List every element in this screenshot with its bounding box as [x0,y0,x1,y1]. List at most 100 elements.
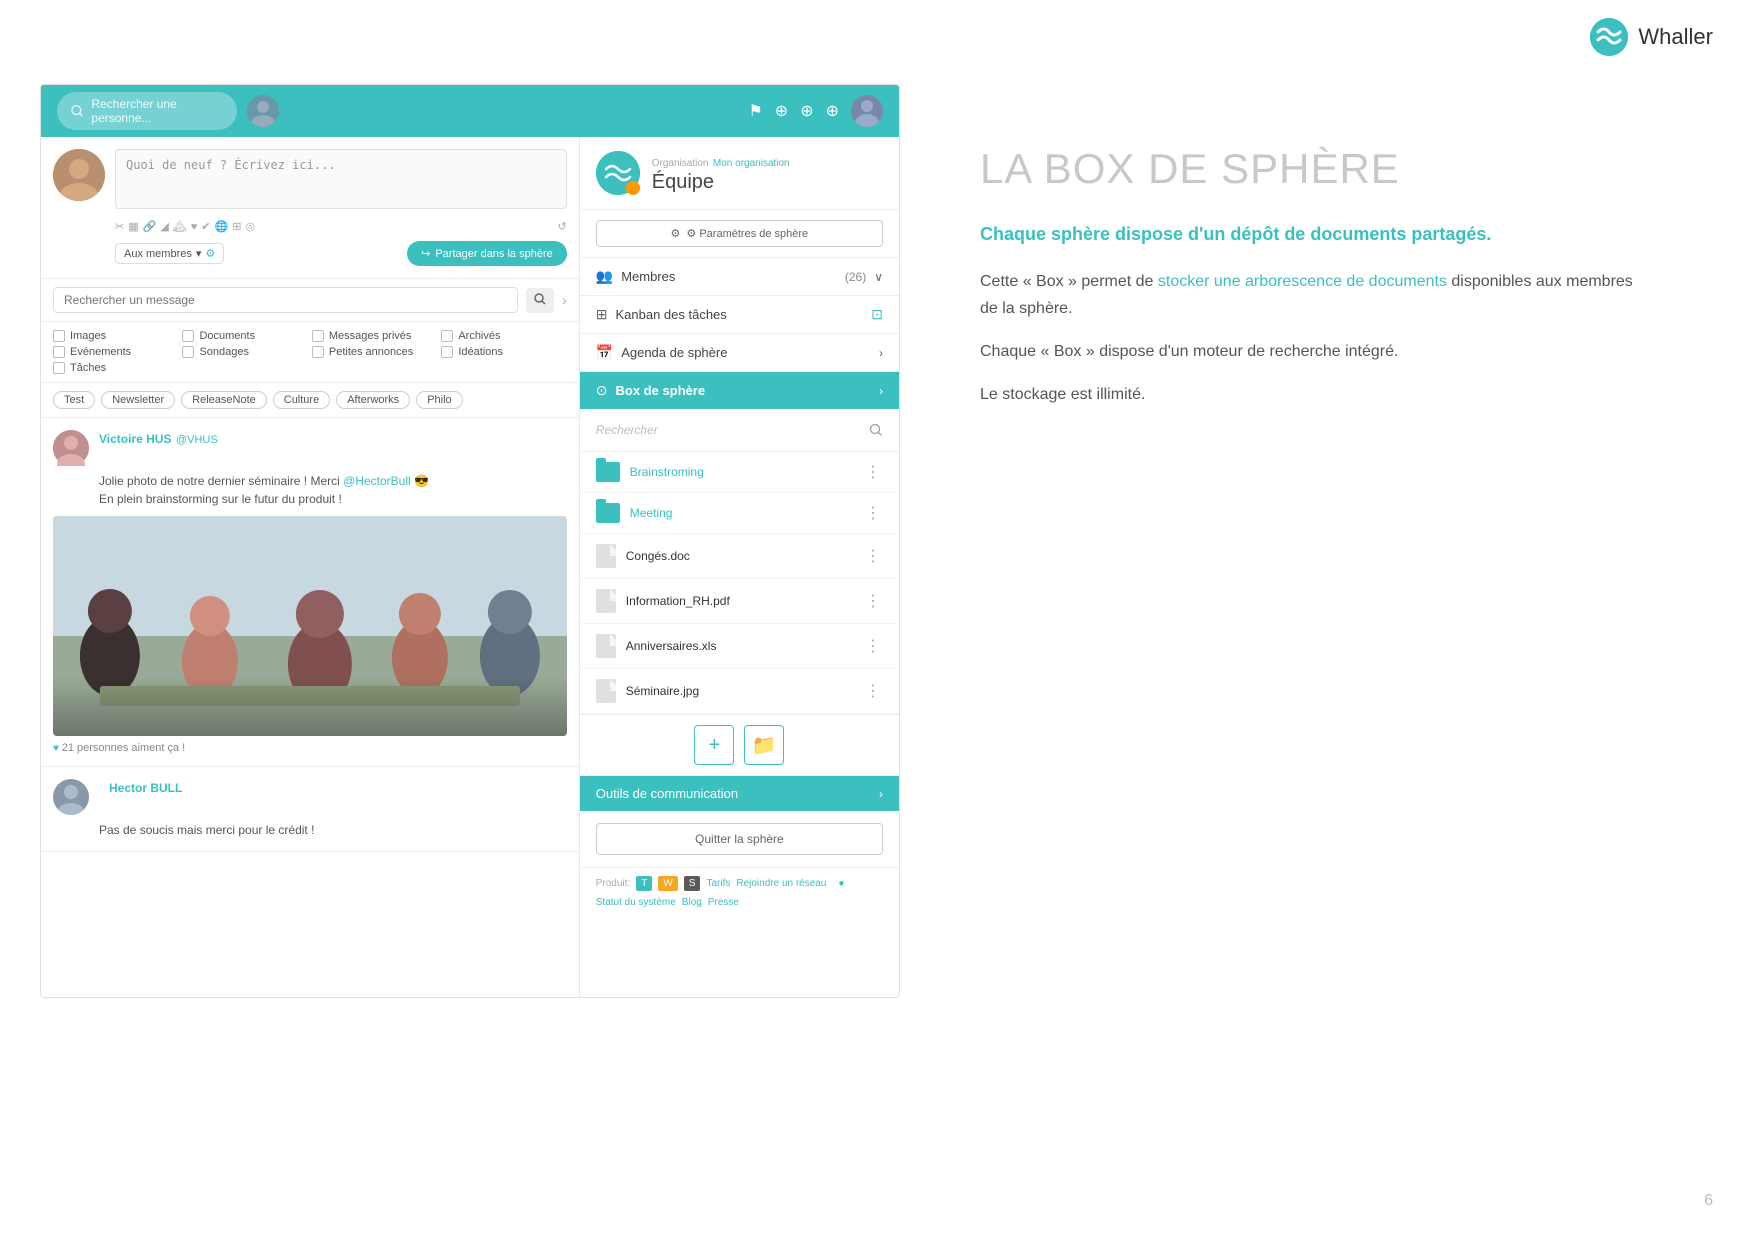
share-icon: ↪ [421,247,430,260]
box-item-info-rh[interactable]: Information_RH.pdf ⋮ [580,579,899,624]
box-item-conges[interactable]: Congés.doc ⋮ [580,534,899,579]
filter-archives[interactable]: Archivés [441,330,566,342]
add-file-icon: + [709,734,721,757]
whaller-logo-icon [1590,18,1628,56]
quit-sphere-button[interactable]: Quitter la sphère [596,823,883,855]
add-file-button[interactable]: + [694,725,734,765]
box-item-dots-brainstroming[interactable]: ⋮ [865,462,883,482]
sphere-section-membres: 👥 Membres (26) ∨ [580,257,899,295]
audience-selector[interactable]: Aux membres ▾ ⚙ [115,243,224,264]
sphere-comms-header[interactable]: Outils de communication › [580,776,899,811]
post-1-mention: @HectorBull [343,474,411,488]
sphere-agenda-header[interactable]: 📅 Agenda de sphère › [580,334,899,371]
file-icon-anniversaires [596,634,616,658]
filter-label-documents: Documents [199,330,255,342]
add-folder-button[interactable]: 📁 [744,725,784,765]
tag-test[interactable]: Test [53,391,95,409]
panel-body-2: Chaque « Box » dispose d'un moteur de re… [980,338,1653,365]
quit-sphere-label: Quitter la sphère [695,832,784,846]
filter-private[interactable]: Messages privés [312,330,437,342]
logo-area: Whaller [1590,18,1713,56]
filter-checkbox-images[interactable] [53,330,65,342]
params-label: ⚙ Paramètres de sphère [686,227,808,240]
file-icon-conges [596,544,616,568]
sphere-badge [626,181,640,195]
tag-newsletter[interactable]: Newsletter [101,391,175,409]
box-item-name-conges: Congés.doc [626,549,865,563]
kanban-icon: ⊞ [596,306,608,323]
audience-label: Aux membres [124,248,192,260]
sphere-kanban-header[interactable]: ⊞ Kanban des tâches ⊡ [580,296,899,333]
box-item-seminaire[interactable]: Séminaire.jpg ⋮ [580,669,899,714]
search-person-box[interactable]: Rechercher une personne... [57,92,237,130]
post-1-text-before: Jolie photo de notre dernier séminaire !… [99,474,343,488]
box-item-anniversaires[interactable]: Anniversaires.xls ⋮ [580,624,899,669]
filter-checkbox-documents[interactable] [182,330,194,342]
footer-statut[interactable]: Statut du système [596,897,676,908]
tag-philo[interactable]: Philo [416,391,462,409]
filter-documents[interactable]: Documents [182,330,307,342]
filter-checkbox-tasks[interactable] [53,362,65,374]
post-2-meta: Hector BULL [109,779,182,815]
filter-checkbox-private[interactable] [312,330,324,342]
sphere-box-header[interactable]: ⊙ Box de sphère › [580,372,899,409]
body1-pre: Cette « Box » permet de [980,273,1158,290]
share-button[interactable]: ↪ Partager dans la sphère [407,241,567,266]
box-item-dots-meeting[interactable]: ⋮ [865,503,883,523]
box-item-name-seminaire: Séminaire.jpg [626,684,865,698]
filter-images[interactable]: Images [53,330,178,342]
footer-rejoindre[interactable]: Rejoindre un réseau [736,878,826,889]
feed-nav-arrow[interactable]: › [562,292,567,308]
footer-presse[interactable]: Presse [708,897,739,908]
box-search-placeholder: Rechercher [596,423,658,437]
tag-afterworks[interactable]: Afterworks [336,391,410,409]
sphere-membres-header[interactable]: 👥 Membres (26) ∨ [580,258,899,295]
footer-produit: Produit: [596,878,630,889]
footer-dot: ● [838,878,844,889]
post-1-image [53,516,567,736]
filter-checkbox-ideations[interactable] [441,346,453,358]
filter-classifieds[interactable]: Petites annonces [312,346,437,358]
footer-tarifs[interactable]: Tarifs [706,878,730,889]
filter-checkbox-classifieds[interactable] [312,346,324,358]
post-1: Victoire HUS @VHUS Jolie photo de notre … [41,418,579,767]
filter-checkbox-surveys[interactable] [182,346,194,358]
params-icon: ⚙ [671,227,681,240]
filter-checkbox-events[interactable] [53,346,65,358]
agenda-title: Agenda de sphère [621,345,871,360]
box-item-brainstroming[interactable]: Brainstroming ⋮ [580,452,899,493]
sphere-column: Organisation Mon organisation Équipe ⚙ ⚙… [580,137,899,997]
box-item-dots-info-rh[interactable]: ⋮ [865,591,883,611]
sphere-org-row: Organisation Mon organisation [652,153,883,171]
post-1-text-after: En plein brainstorming sur le futur du p… [99,492,342,506]
filter-checkbox-archives[interactable] [441,330,453,342]
box-item-dots-anniversaires[interactable]: ⋮ [865,636,883,656]
filter-surveys[interactable]: Sondages [182,346,307,358]
share-label: Partager dans la sphère [435,248,552,260]
tag-releasenote[interactable]: ReleaseNote [181,391,267,409]
box-item-dots-seminaire[interactable]: ⋮ [865,681,883,701]
box-item-meeting[interactable]: Meeting ⋮ [580,493,899,534]
feed-search-input[interactable] [53,287,518,313]
sphere-params-button[interactable]: ⚙ ⚙ Paramètres de sphère [596,220,883,247]
filter-tasks[interactable]: Tâches [53,362,178,374]
main-content: Rechercher une personne... ⚑ ⊕ ⊕ ⊕ [0,74,1753,1038]
filter-label-surveys: Sondages [199,346,249,358]
box-icon: ⊙ [596,382,608,399]
post-1-avatar [53,430,89,466]
feed-search-button[interactable] [526,288,554,313]
filter-label-classifieds: Petites annonces [329,346,413,358]
box-item-dots-conges[interactable]: ⋮ [865,546,883,566]
filter-label-events: Evénements [70,346,131,358]
filter-ideations[interactable]: Idéations [441,346,566,358]
filter-events[interactable]: Evénements [53,346,178,358]
filter-label-private: Messages privés [329,330,412,342]
filter-label-archives: Archivés [458,330,500,342]
post-image-overlay [53,676,567,736]
composer-input[interactable]: Quoi de neuf ? Écrivez ici... [115,149,567,209]
footer-blog[interactable]: Blog [682,897,702,908]
tag-culture[interactable]: Culture [273,391,330,409]
post-composer: Quoi de neuf ? Écrivez ici... ✂ ▦ 🔗 ◢ 🏔 … [41,137,579,279]
membres-title: Membres [621,269,845,284]
sphere-section-box: ⊙ Box de sphère › [580,371,899,409]
